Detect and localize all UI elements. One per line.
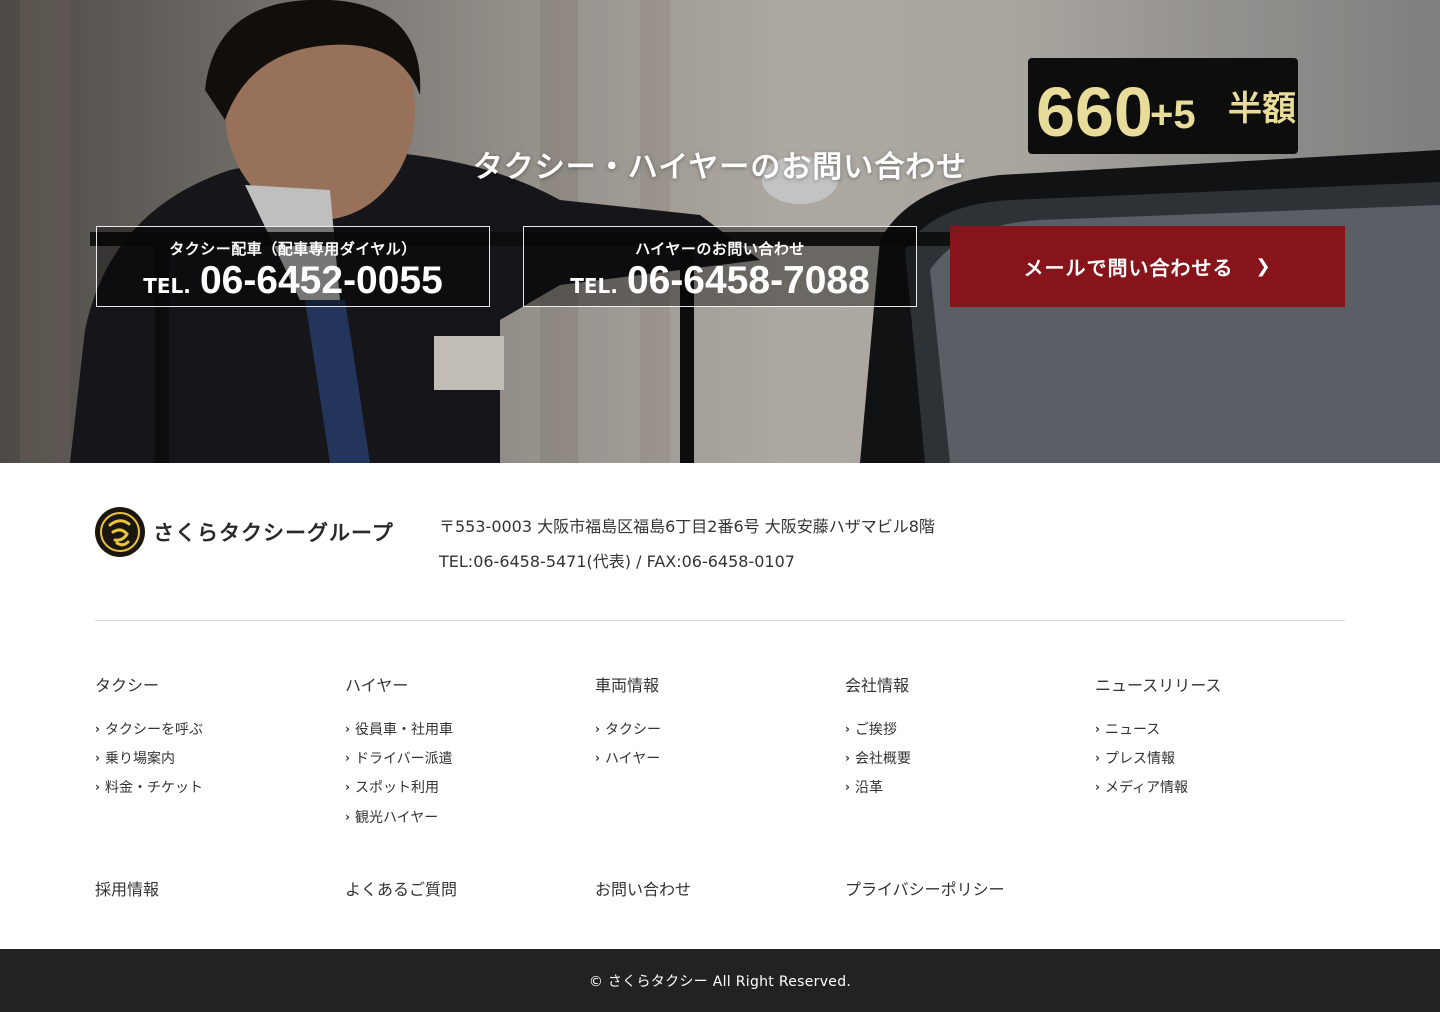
taxi-tel-line: TEL. 06-6452-0055 [97,259,489,303]
nav-item[interactable]: › タクシーを呼ぶ [95,714,335,743]
nav-heading-news[interactable]: ニュースリリース [1095,672,1335,696]
nav-item[interactable]: › 役員車・社用車 [345,714,585,743]
nav-item[interactable]: › メディア情報 [1095,773,1335,802]
contact-title: タクシー・ハイヤーのお問い合わせ [472,150,968,185]
contact-hero: 660 +5 半額 タクシー・ハイヤーのお問い合わせ タクシー配車（配車専用ダイ… [0,0,1440,463]
nav-item-label: ハイヤー [604,750,661,767]
nav-column-hire: ハイヤー › 役員車・社用車 › ドライバー派遣 › スポット利用 › 観光ハイヤー [345,672,585,831]
copyright-text: © さくらタクシー All Right Reserved. [588,973,852,990]
nav-item-label: ニュース [1104,721,1161,738]
company-name: さくらタクシーグループ [153,521,394,545]
nav-heading-taxi[interactable]: タクシー [95,672,335,696]
nav-item-label: メディア情報 [1104,780,1188,797]
company-phone-fax: TEL:06-6458-5471(代表) / FAX:06-6458-0107 [439,552,795,571]
taxi-sign: 660 +5 半額 [1036,73,1296,151]
chevron-right-icon: › [845,780,850,795]
nav-item[interactable]: › ニュース [1095,714,1335,743]
nav-item-label: 乗り場案内 [104,750,175,767]
chevron-right-icon: › [845,750,850,765]
mail-button-label: メールで問い合わせる [1023,256,1234,280]
chevron-right-icon: › [1095,750,1100,765]
nav-item[interactable]: › ハイヤー [595,743,835,772]
nav-item[interactable]: › ドライバー派遣 [345,743,585,772]
link-privacy-policy[interactable]: プライバシーポリシー [845,876,1005,900]
link-recruit[interactable]: 採用情報 [95,876,159,900]
taxi-tel-caption: タクシー配車（配車専用ダイヤル） [169,240,417,258]
link-contact[interactable]: お問い合わせ [595,876,691,900]
link-faq[interactable]: よくあるご質問 [345,876,457,900]
copyright-bar: © さくらタクシー All Right Reserved. [0,949,1440,1012]
chevron-right-icon: › [845,721,850,736]
nav-item-label: 役員車・社用車 [354,721,453,738]
taxi-tel-prefix: TEL. [143,274,191,298]
chevron-right-icon: › [95,780,100,795]
nav-item-label: スポット利用 [354,780,439,797]
nav-item[interactable]: › 乗り場案内 [95,743,335,772]
taxi-dispatch-tel[interactable]: タクシー配車（配車専用ダイヤル） TEL. 06-6452-0055 [96,226,490,307]
nav-item-label: プレス情報 [1104,750,1175,767]
nav-item[interactable]: › プレス情報 [1095,743,1335,772]
chevron-right-icon: › [95,750,100,765]
hire-tel-prefix: TEL. [570,274,618,298]
company-address: 〒553-0003 大阪市福島区福島6丁目2番6号 大阪安藤ハザマビル8階 [439,517,935,536]
chevron-right-icon: › [345,780,350,795]
nav-heading-company[interactable]: 会社情報 [845,672,1085,696]
chevron-right-icon: › [345,809,350,824]
company-logo[interactable]: さくらタクシーグループ [95,507,394,557]
nav-item[interactable]: › 会社概要 [845,743,1085,772]
nav-list-vehicles: › タクシー › ハイヤー [595,714,835,773]
nav-list-taxi: › タクシーを呼ぶ › 乗り場案内 › 料金・チケット [95,714,335,802]
footer-divider [95,620,1345,621]
chevron-right-icon: › [595,750,600,765]
chevron-right-icon: › [95,721,100,736]
nav-item-label: 会社概要 [854,750,911,767]
hire-inquiry-tel[interactable]: ハイヤーのお問い合わせ TEL. 06-6458-7088 [523,226,917,307]
nav-item[interactable]: › ご挨拶 [845,714,1085,743]
nav-item-label: ドライバー派遣 [354,750,453,767]
taxi-sign-text: 660 [1036,73,1153,151]
taxi-tel-number[interactable]: 06-6452-0055 [200,259,443,302]
taxi-sign-text-3: 半額 [1228,89,1296,129]
nav-list-hire: › 役員車・社用車 › ドライバー派遣 › スポット利用 › 観光ハイヤー [345,714,585,831]
chevron-right-icon: ❯ [1255,256,1272,277]
nav-heading-hire[interactable]: ハイヤー [345,672,585,696]
nav-column-news: ニュースリリース › ニュース › プレス情報 › メディア情報 [1095,672,1335,802]
chevron-right-icon: › [1095,780,1100,795]
nav-item[interactable]: › スポット利用 [345,773,585,802]
nav-heading-vehicles[interactable]: 車両情報 [595,672,835,696]
mail-inquiry-button[interactable]: メールで問い合わせる ❯ [950,226,1345,307]
company-info: さくらタクシーグループ 〒553-0003 大阪市福島区福島6丁目2番6号 大阪… [95,505,1345,585]
nav-column-company: 会社情報 › ご挨拶 › 会社概要 › 沿革 [845,672,1085,802]
taxi-sign-text-2: +5 [1150,93,1196,137]
chevron-right-icon: › [595,721,600,736]
nav-item-label: 観光ハイヤー [354,809,439,826]
nav-item[interactable]: › 料金・チケット [95,773,335,802]
nav-list-news: › ニュース › プレス情報 › メディア情報 [1095,714,1335,802]
nav-item[interactable]: › タクシー [595,714,835,743]
nav-item-label: 沿革 [854,780,883,797]
chevron-right-icon: › [345,721,350,736]
nav-list-company: › ご挨拶 › 会社概要 › 沿革 [845,714,1085,802]
nav-item-label: タクシーを呼ぶ [104,721,203,738]
nav-item-label: 料金・チケット [104,780,203,797]
hire-tel-line: TEL. 06-6458-7088 [524,259,916,303]
nav-item[interactable]: › 沿革 [845,773,1085,802]
nav-item-label: ご挨拶 [854,721,897,738]
nav-item-label: タクシー [604,721,661,738]
nav-column-taxi: タクシー › タクシーを呼ぶ › 乗り場案内 › 料金・チケット [95,672,335,802]
chevron-right-icon: › [1095,721,1100,736]
hire-tel-caption: ハイヤーのお問い合わせ [635,240,805,258]
sakura-logo-icon [95,507,145,557]
nav-column-vehicles: 車両情報 › タクシー › ハイヤー [595,672,835,773]
hire-tel-number[interactable]: 06-6458-7088 [627,259,870,302]
nav-item[interactable]: › 観光ハイヤー [345,802,585,831]
chevron-right-icon: › [345,750,350,765]
